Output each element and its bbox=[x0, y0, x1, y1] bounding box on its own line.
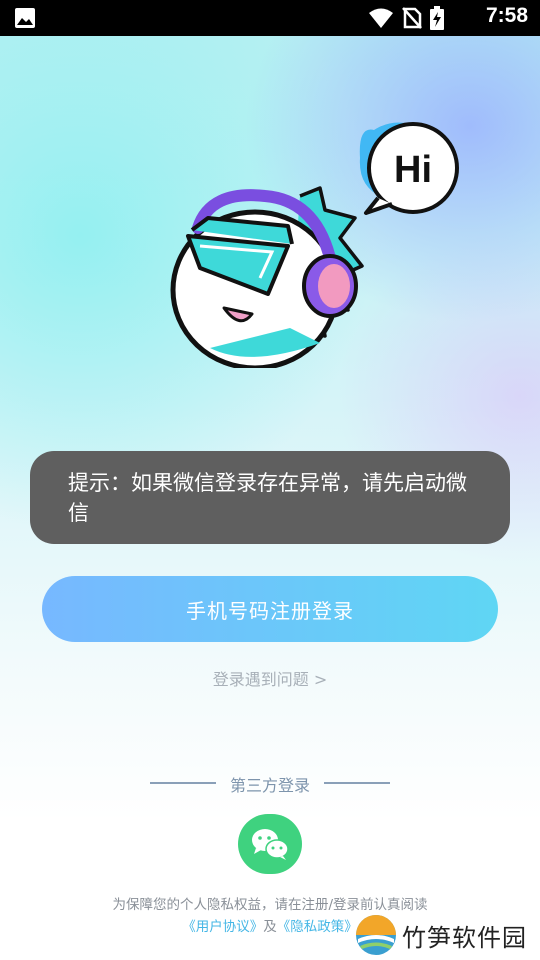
wechat-login-button[interactable] bbox=[238, 814, 302, 874]
gallery-icon bbox=[15, 8, 35, 28]
clock: 7:58 bbox=[485, 4, 528, 27]
speech-text: Hi bbox=[394, 149, 432, 191]
user-agreement-link[interactable]: 《用户协议》 bbox=[182, 919, 263, 935]
wechat-icon bbox=[252, 829, 289, 860]
wifi-icon bbox=[369, 8, 393, 28]
third-party-divider: 第三方登录 bbox=[0, 772, 540, 795]
no-sim-icon bbox=[402, 7, 422, 29]
privacy-and: 及 bbox=[263, 919, 277, 935]
privacy-policy-link[interactable]: 《隐私政策》 bbox=[277, 919, 358, 935]
third-party-label: 第三方登录 bbox=[229, 776, 310, 795]
watermark: 竹笋软件园 bbox=[354, 912, 540, 956]
battery-charging-icon bbox=[430, 6, 444, 30]
mascot-illustration: Hi bbox=[170, 122, 459, 368]
login-help-link[interactable]: 登录遇到问题 > bbox=[0, 666, 540, 690]
status-bar: 7:58 bbox=[0, 0, 540, 36]
speech-bubble: Hi bbox=[359, 122, 459, 215]
divider-line-right bbox=[324, 782, 390, 784]
watermark-text: 竹笋软件园 bbox=[402, 924, 527, 952]
phone-login-button[interactable]: 手机号码注册登录 bbox=[42, 576, 498, 642]
toast-message: 提示：如果微信登录存在异常，请先启动微信 bbox=[30, 451, 510, 544]
watermark-logo-icon bbox=[356, 915, 396, 955]
